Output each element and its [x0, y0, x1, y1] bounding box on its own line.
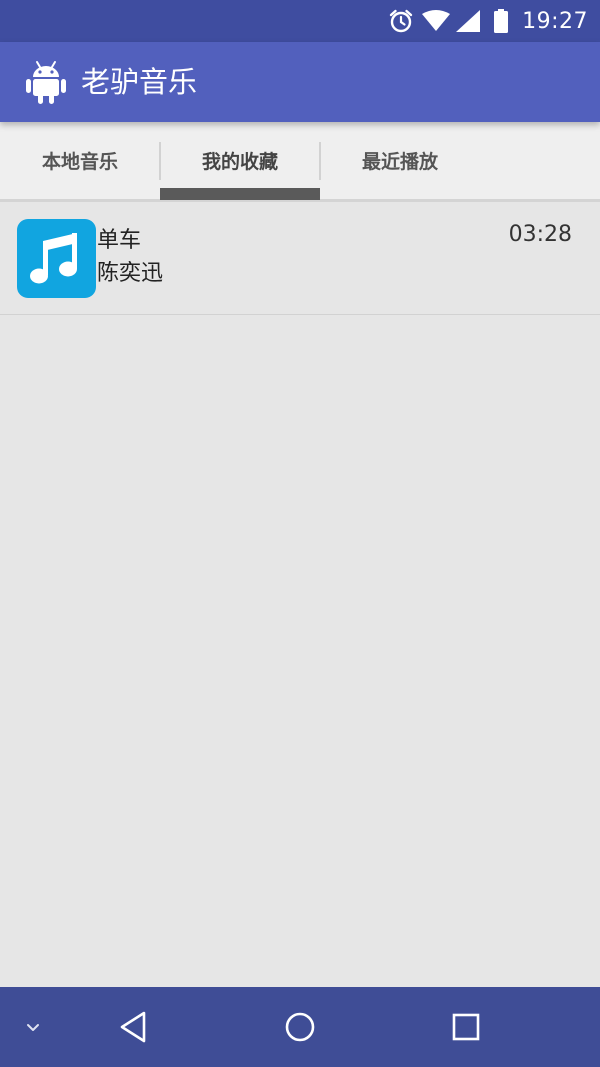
back-icon[interactable]: [100, 987, 166, 1067]
song-cover: [17, 219, 96, 298]
status-icons: 19:27: [388, 0, 588, 42]
status-time: 19:27: [522, 8, 588, 34]
song-list: 单车 陈奕迅 03:28: [0, 202, 600, 315]
cell-signal-icon: [456, 10, 481, 32]
wifi-icon: [422, 10, 451, 32]
tab-indicator: [160, 188, 320, 200]
song-title: 单车: [97, 228, 142, 253]
tab-local-music[interactable]: 本地音乐: [0, 122, 160, 199]
app-bar: 老驴音乐: [0, 42, 600, 122]
android-icon: [26, 60, 66, 108]
home-icon[interactable]: [267, 987, 333, 1067]
song-duration: 03:28: [508, 222, 572, 247]
tab-recently-played[interactable]: 最近播放: [320, 122, 480, 199]
song-artist: 陈奕迅: [97, 261, 164, 286]
app-title: 老驴音乐: [81, 65, 198, 99]
recents-icon[interactable]: [433, 987, 499, 1067]
status-bar: 19:27: [0, 0, 600, 42]
alarm-icon: [388, 8, 414, 34]
battery-icon: [494, 9, 509, 33]
tab-bar: 本地音乐 我的收藏 最近播放: [0, 122, 600, 202]
navigation-bar: [0, 987, 600, 1067]
chevron-down-icon[interactable]: [18, 987, 48, 1067]
song-list-item[interactable]: 单车 陈奕迅 03:28: [0, 202, 600, 315]
